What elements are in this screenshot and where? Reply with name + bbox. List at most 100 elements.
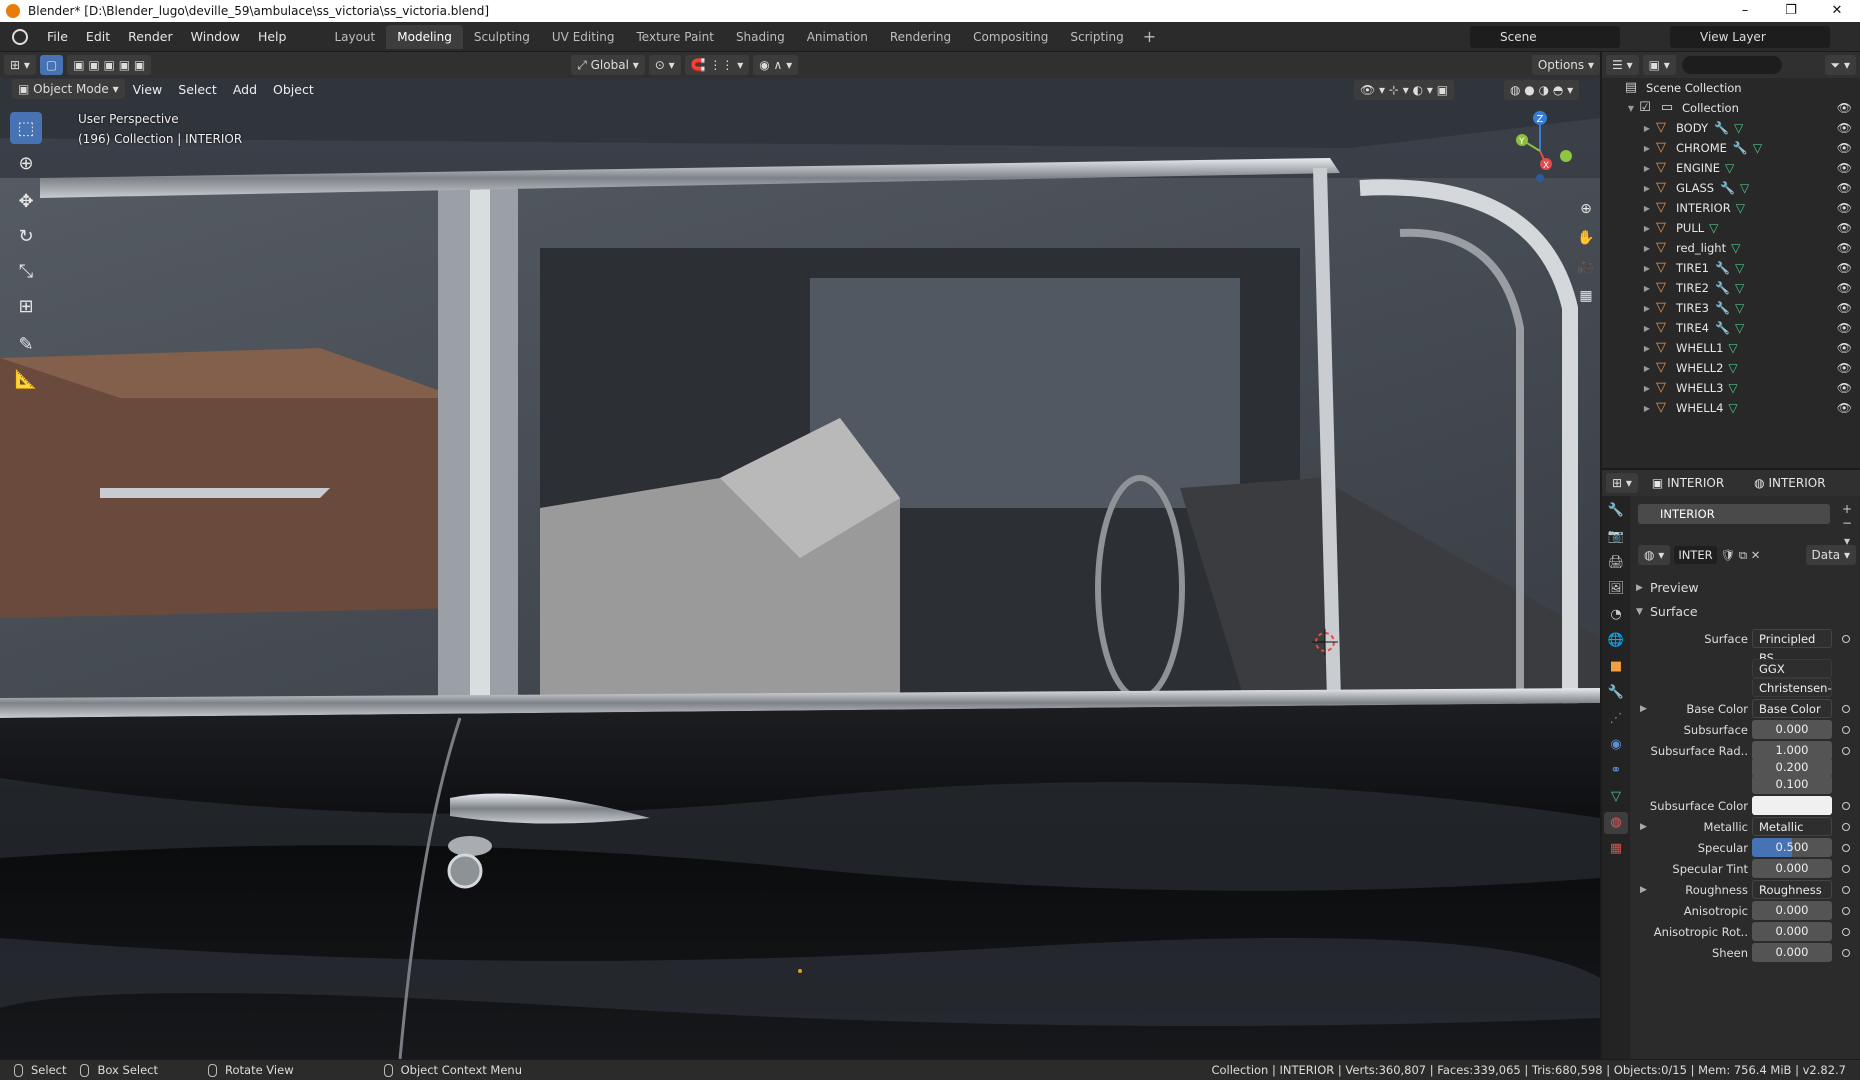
outliner-object-row[interactable]: ▶ ▽ INTERIOR ▽ 👁	[1602, 198, 1860, 218]
transform-tool-icon[interactable]: ⊞	[10, 290, 42, 322]
mesh-data-icon[interactable]: ▽	[1736, 201, 1745, 215]
scene-selector[interactable]: Scene	[1470, 26, 1620, 48]
outliner-object-row[interactable]: ▶ ▽ TIRE2 🔧 ▽ 👁	[1602, 278, 1860, 298]
scene-tab-icon[interactable]: ◔	[1604, 604, 1628, 626]
surface-panel[interactable]: Surface	[1632, 600, 1860, 624]
blender-menu-icon[interactable]	[12, 28, 28, 45]
measure-tool-icon[interactable]: 📐	[10, 363, 42, 395]
outliner-object-row[interactable]: ▶ ▽ GLASS 🔧 ▽ 👁	[1602, 178, 1860, 198]
modifier-wrench-icon[interactable]: 🔧	[1720, 181, 1735, 195]
modifier-wrench-icon[interactable]: 🔧	[1715, 301, 1730, 315]
menu-window[interactable]: Window	[182, 22, 249, 52]
outliner-editor-type-icon[interactable]: ☰ ▾	[1606, 55, 1639, 75]
socket-link-icon[interactable]	[1842, 843, 1850, 852]
preview-panel[interactable]: Preview	[1632, 576, 1860, 600]
annotate-tool-icon[interactable]: ✎	[10, 328, 42, 360]
property-value-field[interactable]: 0.100	[1752, 775, 1832, 794]
particles-tab-icon[interactable]: ⋰	[1604, 708, 1628, 730]
ortho-grid-icon[interactable]: ▦	[1575, 283, 1597, 309]
checkbox-icon[interactable]: ☑	[1638, 101, 1652, 115]
collapse-chevron-icon[interactable]: ▼	[1624, 104, 1638, 113]
shading-mode-buttons[interactable]: ◍ ● ◑ ◓ ▾	[1504, 80, 1580, 100]
property-value-field[interactable]: 0.000	[1752, 922, 1832, 941]
viewport-menu-select[interactable]: Select	[170, 82, 225, 97]
outliner-search-input[interactable]	[1681, 56, 1782, 74]
tab-sculpting[interactable]: Sculpting	[463, 25, 541, 49]
menu-edit[interactable]: Edit	[77, 22, 119, 52]
property-value-field[interactable]: Base Color	[1752, 699, 1832, 718]
tab-rendering[interactable]: Rendering	[879, 25, 962, 49]
3d-viewport[interactable]: ▣ Object Mode ▾ View Select Add Object 👁…	[0, 78, 1600, 1059]
visibility-eye-icon[interactable]: 👁	[1837, 121, 1852, 135]
expand-chevron-icon[interactable]: ▶	[1640, 144, 1654, 153]
outliner-object-row[interactable]: ▶ ▽ WHELL3 ▽ 👁	[1602, 378, 1860, 398]
tab-uv-editing[interactable]: UV Editing	[541, 25, 626, 49]
expand-chevron-icon[interactable]: ▶	[1640, 885, 1647, 895]
mesh-data-icon[interactable]: ▽	[1731, 241, 1740, 255]
outliner-object-row[interactable]: ▶ ▽ PULL ▽ 👁	[1602, 218, 1860, 238]
tab-modeling[interactable]: Modeling	[386, 24, 463, 49]
modifier-wrench-icon[interactable]: 🔧	[1715, 261, 1730, 275]
expand-chevron-icon[interactable]: ▶	[1640, 304, 1654, 313]
mode-dropdown[interactable]: ▣ Object Mode ▾	[12, 79, 125, 99]
close-button[interactable]: ✕	[1814, 0, 1860, 22]
mesh-data-icon[interactable]: ▽	[1728, 401, 1737, 415]
outliner-object-row[interactable]: ▶ ▽ ENGINE ▽ 👁	[1602, 158, 1860, 178]
property-value-field[interactable]: 0.000	[1752, 901, 1832, 920]
expand-chevron-icon[interactable]: ▶	[1640, 364, 1654, 373]
tab-shading[interactable]: Shading	[725, 25, 796, 49]
visibility-eye-icon[interactable]: 👁	[1837, 261, 1852, 275]
mesh-data-icon[interactable]: ▽	[1709, 221, 1718, 235]
move-tool-icon[interactable]: ✥	[10, 185, 42, 217]
mesh-data-icon[interactable]: ▽	[1735, 301, 1744, 315]
socket-link-icon[interactable]	[1842, 704, 1850, 713]
snap-button[interactable]: 🧲 ⋮⋮ ▾	[684, 55, 750, 75]
view-layer-tab-icon[interactable]: 🖼	[1604, 578, 1628, 600]
socket-link-icon[interactable]	[1842, 822, 1850, 831]
minimize-button[interactable]: –	[1722, 0, 1768, 22]
scale-tool-icon[interactable]: ⤡	[10, 255, 42, 287]
select-tool-icon[interactable]: ▢	[39, 55, 64, 75]
mesh-data-icon[interactable]: ▽	[1740, 181, 1749, 195]
socket-link-icon[interactable]	[1842, 864, 1850, 873]
visibility-eye-icon[interactable]: 👁	[1837, 101, 1852, 115]
socket-link-icon[interactable]	[1842, 906, 1850, 915]
property-value-field[interactable]: 0.000	[1752, 943, 1832, 962]
maximize-button[interactable]: ❐	[1768, 0, 1814, 22]
expand-chevron-icon[interactable]: ▶	[1640, 124, 1654, 133]
visibility-eye-icon[interactable]: 👁	[1837, 381, 1852, 395]
mesh-data-icon[interactable]: ▽	[1753, 141, 1762, 155]
menu-file[interactable]: File	[38, 22, 77, 52]
property-value-field[interactable]: Principled BS..	[1752, 629, 1832, 665]
socket-link-icon[interactable]	[1842, 927, 1850, 936]
expand-chevron-icon[interactable]: ▶	[1640, 822, 1647, 832]
visibility-eye-icon[interactable]: 👁	[1837, 181, 1852, 195]
property-value-field[interactable]: Metallic	[1752, 817, 1832, 836]
tab-texture-paint[interactable]: Texture Paint	[626, 25, 725, 49]
socket-link-icon[interactable]	[1842, 725, 1850, 734]
visibility-eye-icon[interactable]: 👁	[1837, 401, 1852, 415]
menu-render[interactable]: Render	[119, 22, 182, 52]
mesh-data-icon[interactable]: ▽	[1728, 381, 1737, 395]
world-tab-icon[interactable]: 🌐	[1604, 630, 1628, 652]
socket-link-icon[interactable]	[1842, 948, 1850, 957]
render-tab-icon[interactable]: 📷	[1604, 526, 1628, 548]
property-value-field[interactable]: Roughness	[1752, 880, 1832, 899]
expand-chevron-icon[interactable]: ▶	[1640, 404, 1654, 413]
socket-link-icon[interactable]	[1842, 801, 1850, 810]
collection-row[interactable]: ▼ ☑ ▭ Collection 👁	[1602, 98, 1860, 118]
select-box-tool-icon[interactable]: ⬚	[10, 112, 42, 144]
tab-layout[interactable]: Layout	[323, 25, 386, 49]
proportional-edit-button[interactable]: ◉ ∧ ▾	[753, 55, 799, 75]
modifier-tab-icon[interactable]: 🔧	[1604, 682, 1628, 704]
expand-chevron-icon[interactable]: ▶	[1640, 384, 1654, 393]
outliner-object-row[interactable]: ▶ ▽ red_light ▽ 👁	[1602, 238, 1860, 258]
mesh-data-icon[interactable]: ▽	[1734, 121, 1743, 135]
texture-tab-icon[interactable]: ▦	[1604, 838, 1628, 860]
socket-link-icon[interactable]	[1842, 634, 1850, 643]
visibility-eye-icon[interactable]: 👁	[1837, 141, 1852, 155]
property-value-field[interactable]: 0.500	[1752, 838, 1832, 857]
outliner-object-row[interactable]: ▶ ▽ TIRE3 🔧 ▽ 👁	[1602, 298, 1860, 318]
viewport-overlay-buttons[interactable]: 👁 ▾ ⊹ ▾ ◐ ▾ ▣	[1354, 80, 1455, 100]
mesh-data-icon[interactable]: ▽	[1735, 281, 1744, 295]
